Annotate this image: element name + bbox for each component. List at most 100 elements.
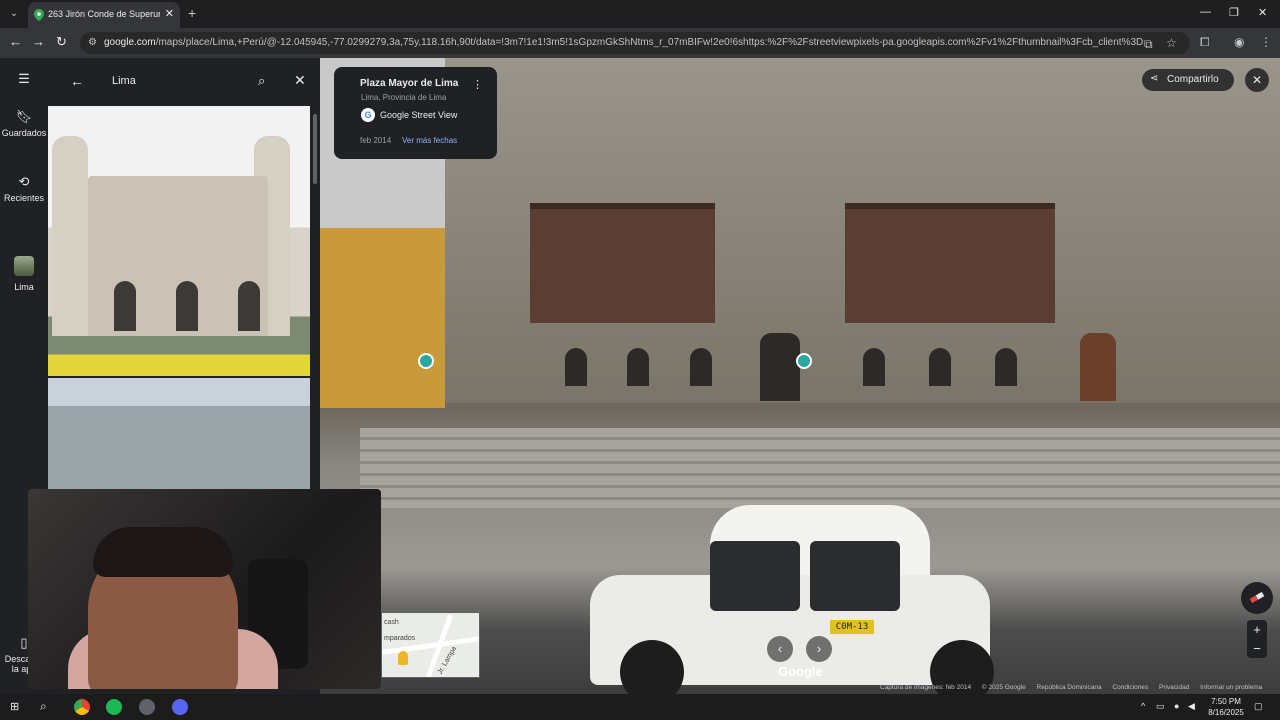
url-host: google.com bbox=[104, 37, 156, 48]
maps-pin-icon bbox=[34, 9, 44, 21]
tray-chevron-icon[interactable]: ^ bbox=[1141, 701, 1145, 711]
clear-search-icon[interactable]: ✕ bbox=[294, 72, 306, 89]
close-street-view-icon[interactable]: ✕ bbox=[1245, 68, 1269, 92]
webcam-overlay bbox=[28, 489, 381, 689]
compass-icon[interactable] bbox=[1241, 582, 1273, 614]
footer-capture: Captura de imágenes: feb 2014 bbox=[880, 684, 972, 691]
place-photo-city[interactable] bbox=[48, 378, 310, 490]
forward-icon[interactable]: → bbox=[32, 34, 45, 49]
chrome-menu-icon[interactable]: ⋮ bbox=[1260, 35, 1272, 49]
windows-taskbar: ⊞ ⌕ ^ ▭ ● ◀ 7:50 PM 8/16/2025 ▢ bbox=[0, 694, 1280, 720]
browser-toolbar: ← → ↻ ⚙ google.com/maps/place/Lima,+Perú… bbox=[0, 28, 1280, 58]
nav-left-arrow-icon[interactable]: ‹ bbox=[767, 636, 793, 662]
window-close-icon[interactable]: ✕ bbox=[1258, 6, 1267, 19]
footer-privacy[interactable]: Privacidad bbox=[1159, 684, 1189, 691]
windows-start-icon[interactable]: ⊞ bbox=[10, 700, 19, 713]
taskbar-search-icon[interactable]: ⌕ bbox=[40, 699, 47, 714]
place-photo-cathedral[interactable] bbox=[48, 106, 310, 376]
google-logo-icon: G bbox=[361, 108, 375, 122]
bookmark-star-icon[interactable]: ☆ bbox=[1166, 36, 1177, 50]
share-icon: ⋖ bbox=[1150, 73, 1159, 84]
address-bar[interactable]: ⚙ google.com/maps/place/Lima,+Perú/@-12.… bbox=[80, 32, 1190, 54]
discord-icon[interactable] bbox=[172, 699, 188, 715]
capture-date: feb 2014 bbox=[360, 136, 392, 145]
minimap-label: mparados bbox=[384, 635, 416, 642]
street-view-marker-icon[interactable] bbox=[796, 353, 812, 369]
browser-tab[interactable]: 263 Jirón Conde de Superunda ✕ bbox=[28, 2, 180, 28]
url-text: google.com/maps/place/Lima,+Perú/@-12.04… bbox=[104, 37, 1144, 48]
restore-icon[interactable]: ❐ bbox=[1229, 6, 1239, 19]
map-footer: Captura de imágenes: feb 2014 © 2025 Goo… bbox=[880, 684, 1280, 694]
chrome-icon[interactable] bbox=[74, 699, 90, 715]
palace-main-door bbox=[760, 333, 800, 401]
back-icon[interactable]: ← bbox=[9, 34, 22, 49]
footer-terms[interactable]: Condiciones bbox=[1112, 684, 1148, 691]
rail-label-saved: Guardados bbox=[1, 128, 47, 138]
panel-scrollbar[interactable] bbox=[313, 114, 317, 184]
app-icon[interactable] bbox=[139, 699, 155, 715]
palace-side-door bbox=[1080, 333, 1116, 401]
reload-icon[interactable]: ↻ bbox=[56, 34, 67, 50]
tray-network-icon[interactable]: ▭ bbox=[1156, 701, 1165, 712]
new-tab-icon[interactable]: + bbox=[188, 5, 196, 21]
pegman-icon[interactable] bbox=[398, 651, 408, 665]
palace-window bbox=[627, 348, 649, 386]
profile-icon[interactable]: ◉ bbox=[1234, 35, 1244, 49]
rail-item-recents[interactable]: ⟲ Recientes bbox=[0, 174, 48, 203]
share-button[interactable]: ⋖ Compartirlo bbox=[1142, 69, 1234, 91]
history-icon: ⟲ bbox=[18, 174, 30, 189]
back-arrow-icon[interactable]: ← bbox=[70, 73, 84, 89]
spotify-icon[interactable] bbox=[106, 699, 122, 715]
more-dates-link[interactable]: Ver más fechas bbox=[402, 136, 457, 145]
minimap-label: cash bbox=[384, 619, 399, 626]
clock-time: 7:50 PM bbox=[1211, 697, 1241, 706]
yellow-building bbox=[320, 228, 445, 408]
lima-thumbnail bbox=[14, 256, 34, 276]
wooden-balcony bbox=[530, 203, 715, 323]
menu-button[interactable]: ☰ bbox=[0, 72, 48, 90]
install-app-icon[interactable]: ⧉ bbox=[1144, 37, 1153, 52]
share-label: Compartirlo bbox=[1167, 74, 1219, 85]
search-input[interactable]: Lima bbox=[112, 75, 136, 87]
more-options-icon[interactable]: ⋮ bbox=[472, 78, 483, 91]
search-box[interactable]: ← Lima ⌕ ✕ bbox=[58, 66, 306, 98]
rail-item-lima[interactable]: Lima bbox=[0, 256, 48, 292]
search-icon[interactable]: ⌕ bbox=[258, 73, 265, 89]
tab-close-icon[interactable]: ✕ bbox=[165, 7, 174, 20]
minimap[interactable]: cash mparados Jr. Lampa bbox=[381, 612, 480, 678]
zoom-out-icon[interactable]: − bbox=[1247, 639, 1267, 658]
palace-window bbox=[690, 348, 712, 386]
palace-window bbox=[995, 348, 1017, 386]
nav-right-arrow-icon[interactable]: › bbox=[806, 636, 832, 662]
rail-item-saved[interactable]: 🔖︎ Guardados bbox=[0, 110, 48, 138]
palace-window bbox=[863, 348, 885, 386]
notifications-icon[interactable]: ▢ bbox=[1254, 701, 1263, 712]
tray-volume-icon[interactable]: ◀ bbox=[1188, 701, 1195, 712]
extensions-icon[interactable]: ⧠ bbox=[1200, 35, 1210, 50]
taxi-window bbox=[710, 541, 800, 611]
google-watermark: Google bbox=[778, 664, 823, 679]
tab-search-icon[interactable]: ⌄ bbox=[6, 6, 22, 22]
plaza-steps bbox=[360, 428, 1280, 508]
palace-window bbox=[929, 348, 951, 386]
compass-needle bbox=[1249, 591, 1265, 604]
taskbar-clock[interactable]: 7:50 PM 8/16/2025 bbox=[1204, 696, 1248, 718]
browser-tab-strip: ⌄ 263 Jirón Conde de Superunda ✕ + — ❐ ✕ bbox=[0, 0, 1280, 28]
zoom-in-icon[interactable]: + bbox=[1247, 620, 1267, 639]
person-hair bbox=[93, 527, 233, 577]
footer-report[interactable]: Informar un problema bbox=[1200, 684, 1262, 691]
footer-copyright: © 2025 Google bbox=[981, 684, 1026, 691]
cathedral-door bbox=[176, 281, 198, 331]
place-subtitle: Lima, Provincia de Lima bbox=[361, 93, 447, 102]
tray-mic-icon[interactable]: ● bbox=[1174, 701, 1179, 711]
wooden-balcony bbox=[845, 203, 1055, 323]
street-view-marker-icon[interactable] bbox=[418, 353, 434, 369]
zoom-control: + − bbox=[1247, 620, 1267, 658]
minimize-icon[interactable]: — bbox=[1200, 6, 1211, 18]
site-info-icon[interactable]: ⚙ bbox=[88, 37, 97, 48]
footer-country[interactable]: República Dominicana bbox=[1037, 684, 1102, 691]
place-title: Plaza Mayor de Lima bbox=[360, 78, 459, 89]
taxi-window bbox=[810, 541, 900, 611]
clock-date: 8/16/2025 bbox=[1208, 708, 1244, 717]
source-label: Google Street View bbox=[380, 110, 458, 120]
